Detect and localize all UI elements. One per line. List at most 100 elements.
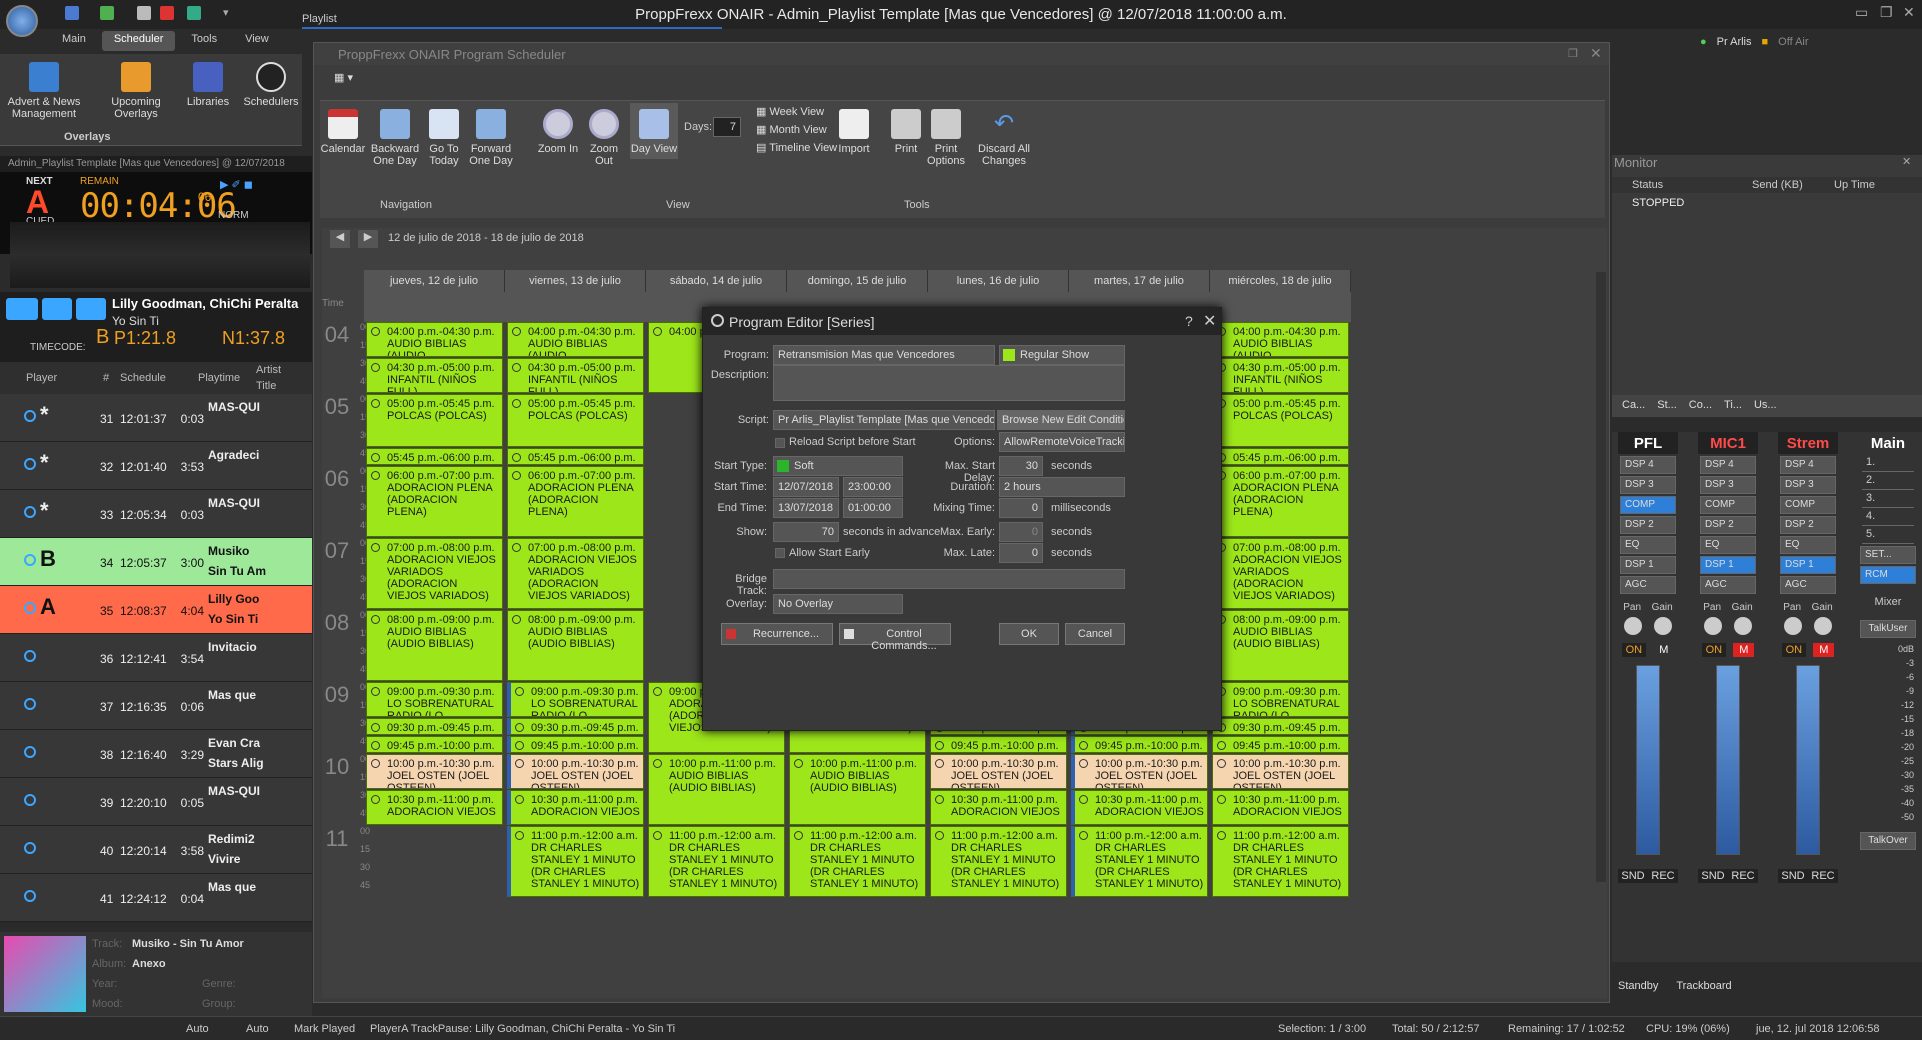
schedule-event[interactable]: 11:00 p.m.-12:00 a.m. DR CHARLES STANLEY… <box>789 826 926 897</box>
status-auto-2[interactable]: Auto <box>246 1023 269 1035</box>
rec-button[interactable]: REC <box>1808 869 1838 883</box>
user-icon[interactable]: ● <box>1700 36 1707 48</box>
day-header[interactable]: viernes, 13 de julio <box>505 270 646 292</box>
dsp-button[interactable]: DSP 3 <box>1620 476 1676 494</box>
record-icon[interactable] <box>137 6 151 20</box>
dsp-button[interactable]: DSP 3 <box>1700 476 1756 494</box>
mute-button[interactable]: M <box>1733 643 1755 657</box>
calendar-button[interactable]: Calendar <box>320 109 366 155</box>
schedule-event[interactable]: 06:00 p.m.-07:00 p.m. ADORACION PLENA (A… <box>1212 466 1349 537</box>
schedule-event[interactable]: 04:00 p.m.-04:30 p.m. AUDIO BIBLIAS (AUD… <box>366 322 503 357</box>
schedule-event[interactable]: 10:30 p.m.-11:00 p.m. ADORACION VIEJOS <box>507 790 644 825</box>
playlist-row[interactable]: 39 12:20:10 0:05 MAS-QUI <box>0 778 312 826</box>
mark-played[interactable]: Mark Played <box>294 1023 355 1035</box>
main-slot[interactable]: 2. <box>1862 474 1914 490</box>
status-auto-1[interactable]: Auto <box>186 1023 209 1035</box>
dsp-button[interactable]: COMP <box>1620 496 1676 514</box>
schedule-event[interactable]: 04:30 p.m.-05:00 p.m. INFANTIL (NIÑOS FU… <box>507 358 644 393</box>
schedule-event[interactable]: 04:00 p.m.-04:30 p.m. AUDIO BIBLIAS (AUD… <box>507 322 644 357</box>
rcm-button[interactable]: RCM <box>1860 566 1916 584</box>
talkover-button[interactable]: TalkOver <box>1860 832 1916 850</box>
playlist-row[interactable]: 40 12:20:14 3:58 Redimi2 Vivire <box>0 826 312 874</box>
tab-us[interactable]: Us... <box>1754 399 1777 413</box>
schedule-event[interactable]: 11:00 p.m.-12:00 a.m. DR CHARLES STANLEY… <box>1212 826 1349 897</box>
set-button[interactable]: SET... <box>1860 546 1916 564</box>
zoom-out-button[interactable]: Zoom Out <box>582 109 626 167</box>
schedule-event[interactable]: 05:00 p.m.-05:45 p.m. POLCAS (POLCAS) <box>1212 394 1349 447</box>
tab-ti[interactable]: Ti... <box>1724 399 1742 413</box>
mute-button[interactable]: M <box>1653 643 1675 657</box>
play-mode-icon[interactable]: ▶ ✐ ◼ <box>220 178 253 191</box>
week-view-button[interactable]: ▦ Week View <box>756 105 824 118</box>
help-icon[interactable]: ? <box>1185 313 1193 329</box>
dsp-button[interactable]: DSP 4 <box>1700 456 1756 474</box>
schedule-event[interactable]: 04:30 p.m.-05:00 p.m. INFANTIL (NIÑOS FU… <box>1212 358 1349 393</box>
gain-knob[interactable] <box>1654 617 1672 635</box>
allow-start-early-checkbox[interactable] <box>775 548 785 558</box>
schedule-event[interactable]: 09:45 p.m.-10:00 p.m. <box>507 736 644 753</box>
go-to-today-button[interactable]: Go To Today <box>424 109 464 167</box>
view-menu-button[interactable]: ▦ ▾ <box>334 71 364 91</box>
scheduler-close-icon[interactable]: ✕ <box>1590 45 1602 62</box>
schedule-event[interactable]: 09:45 p.m.-10:00 p.m. <box>930 736 1067 753</box>
schedule-event[interactable]: 11:00 p.m.-12:00 a.m. DR CHARLES STANLEY… <box>648 826 785 897</box>
rec-button[interactable]: REC <box>1648 869 1678 883</box>
dsp-button[interactable]: DSP 4 <box>1780 456 1836 474</box>
tab-scheduler[interactable]: Scheduler <box>101 31 176 51</box>
tab-tools[interactable]: Tools <box>179 31 229 51</box>
dsp-button[interactable]: DSP 1 <box>1620 556 1676 574</box>
day-header[interactable]: jueves, 12 de julio <box>364 270 505 292</box>
schedule-event[interactable]: 04:30 p.m.-05:00 p.m. INFANTIL (NIÑOS FU… <box>366 358 503 393</box>
start-date-field[interactable]: 12/07/2018 <box>773 477 839 497</box>
ok-button[interactable]: OK <box>999 623 1059 645</box>
tab-st[interactable]: St... <box>1657 399 1677 413</box>
gain-knob[interactable] <box>1814 617 1832 635</box>
dsp-button[interactable]: DSP 2 <box>1780 516 1836 534</box>
snd-button[interactable]: SND <box>1618 869 1648 883</box>
qat-dropdown-icon[interactable]: ▾ <box>223 6 229 19</box>
day-header[interactable]: sábado, 14 de julio <box>646 270 787 292</box>
schedule-event[interactable]: 05:00 p.m.-05:45 p.m. POLCAS (POLCAS) <box>366 394 503 447</box>
dsp-button[interactable]: EQ <box>1780 536 1836 554</box>
advert-news-button[interactable]: Advert & News Management <box>4 62 84 120</box>
pan-knob[interactable] <box>1624 617 1642 635</box>
app-logo-icon[interactable] <box>6 5 38 37</box>
next-range-button[interactable]: ▶ <box>358 230 378 248</box>
dsp-button[interactable]: AGC <box>1700 576 1756 594</box>
discard-all-changes-button[interactable]: ↶ Discard All Changes <box>976 109 1032 167</box>
main-slot[interactable]: 3. <box>1862 492 1914 508</box>
main-slot[interactable]: 1. <box>1862 456 1914 472</box>
program-type-select[interactable]: Regular Show <box>999 345 1125 365</box>
pan-knob[interactable] <box>1784 617 1802 635</box>
schedule-event[interactable]: 10:00 p.m.-10:30 p.m. JOEL OSTEN (JOEL O… <box>1212 754 1349 789</box>
minimize-icon[interactable]: ▭ <box>1855 4 1868 21</box>
on-button[interactable]: ON <box>1781 643 1807 657</box>
print-options-button[interactable]: Print Options <box>924 109 968 167</box>
day-header[interactable]: martes, 17 de julio <box>1069 270 1210 292</box>
schedule-event[interactable]: 11:00 p.m.-12:00 a.m. DR CHARLES STANLEY… <box>930 826 1067 897</box>
playlist-row[interactable]: 36 12:12:41 3:54 Invitacio <box>0 634 312 682</box>
month-view-button[interactable]: ▦ Month View <box>756 123 827 136</box>
dsp-button[interactable]: DSP 1 <box>1700 556 1756 574</box>
prev-range-button[interactable]: ◀ <box>330 230 350 248</box>
playlist-row[interactable]: 37 12:16:35 0:06 Mas que <box>0 682 312 730</box>
script-field[interactable]: Pr Arlis_Playlist Template [Mas que Venc… <box>773 410 995 430</box>
trackboard-button[interactable]: Trackboard <box>1676 980 1731 992</box>
scheduler-restore-icon[interactable]: ❐ <box>1568 47 1578 60</box>
schedule-event[interactable]: 05:45 p.m.-06:00 p.m. <box>507 448 644 465</box>
on-button[interactable]: ON <box>1621 643 1647 657</box>
schedule-event[interactable]: 08:00 p.m.-09:00 p.m. AUDIO BIBLIAS (AUD… <box>507 610 644 681</box>
user-name[interactable]: Pr Arlis <box>1717 36 1752 48</box>
flag-icon[interactable] <box>160 6 174 20</box>
playlist-row[interactable]: * 31 12:01:37 0:03 MAS-QUI <box>0 394 312 442</box>
start-type-select[interactable]: Soft <box>773 456 903 476</box>
import-button[interactable]: Import <box>834 109 874 155</box>
playlist-row[interactable]: B 34 12:05:37 3:00 Musiko Sin Tu Am <box>0 538 312 586</box>
upcoming-overlays-button[interactable]: Upcoming Overlays <box>98 62 174 120</box>
schedule-event[interactable]: 09:30 p.m.-09:45 p.m. <box>507 718 644 735</box>
duration-select[interactable]: 2 hours <box>999 477 1125 497</box>
dsp-button[interactable]: DSP 2 <box>1700 516 1756 534</box>
schedule-event[interactable]: 10:30 p.m.-11:00 p.m. ADORACION VIEJOS <box>930 790 1067 825</box>
pause-button[interactable] <box>42 298 72 320</box>
save-icon[interactable] <box>65 6 79 20</box>
